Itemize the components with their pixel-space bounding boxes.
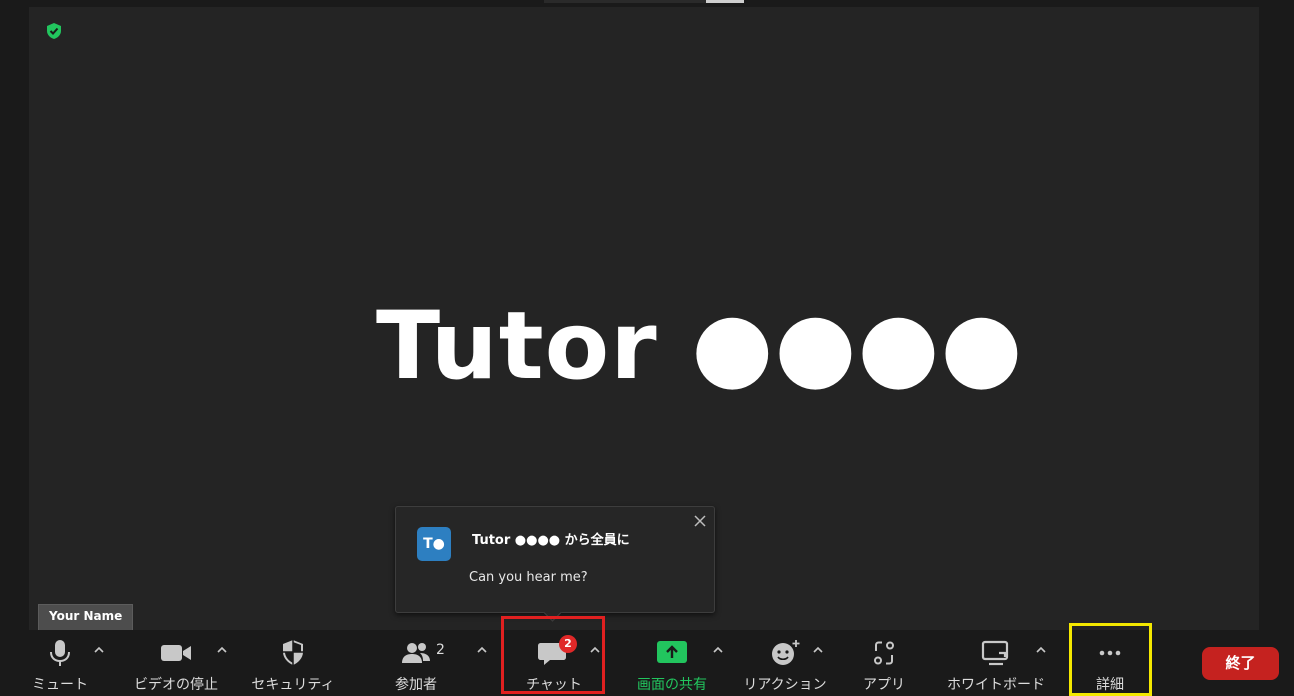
security-button[interactable]: セキュリティ: [248, 630, 338, 696]
end-meeting-button[interactable]: 終了: [1202, 647, 1279, 680]
mute-label: ミュート: [32, 677, 88, 693]
stop-video-label: ビデオの停止: [134, 677, 218, 693]
reactions-label: リアクション: [743, 677, 827, 693]
share-screen-button[interactable]: 画面の共有: [627, 630, 717, 696]
video-options-caret[interactable]: [217, 646, 227, 654]
reactions-options-caret[interactable]: [813, 646, 823, 654]
microphone-icon: [50, 640, 70, 666]
participants-label: 参加者: [395, 677, 437, 693]
chat-message-text: Can you hear me?: [469, 570, 588, 585]
active-speaker-name: Tutor ●●●●: [376, 292, 1024, 401]
whiteboard-options-caret[interactable]: [1036, 646, 1046, 654]
participants-count: 2: [436, 642, 445, 658]
more-highlight-box: [1069, 623, 1152, 696]
stop-video-button[interactable]: ビデオの停止: [130, 630, 222, 696]
chevron-up-icon: [217, 646, 227, 653]
participants-options-caret[interactable]: [477, 646, 487, 654]
share-screen-icon: [657, 641, 687, 663]
chevron-up-icon: [1036, 646, 1046, 653]
audio-options-caret[interactable]: [94, 646, 104, 654]
participants-icon: [402, 643, 430, 663]
security-label: セキュリティ: [251, 677, 335, 693]
close-icon[interactable]: [692, 513, 708, 529]
mute-button[interactable]: ミュート: [26, 630, 94, 696]
share-screen-label: 画面の共有: [637, 677, 707, 693]
whiteboard-button[interactable]: ホワイトボード: [946, 630, 1046, 696]
top-thumbnail-light: [706, 0, 744, 3]
apps-button[interactable]: アプリ: [850, 630, 918, 696]
security-shield-icon: [283, 640, 303, 665]
chevron-up-icon: [713, 646, 723, 653]
encryption-shield-icon[interactable]: [45, 22, 63, 40]
reaction-smiley-icon: [772, 640, 800, 665]
share-options-caret[interactable]: [713, 646, 723, 654]
video-camera-icon: [161, 645, 191, 661]
chevron-up-icon: [813, 646, 823, 653]
sender-avatar: T●: [417, 527, 451, 561]
chat-highlight-box: [501, 616, 605, 694]
whiteboard-icon: [981, 640, 1009, 666]
chevron-up-icon: [94, 646, 104, 653]
reactions-button[interactable]: リアクション: [740, 630, 830, 696]
participants-button[interactable]: 参加者: [376, 630, 456, 696]
self-name-tag: Your Name: [38, 604, 134, 631]
chevron-up-icon: [477, 646, 487, 653]
apps-label: アプリ: [863, 677, 905, 693]
whiteboard-label: ホワイトボード: [947, 677, 1045, 693]
chat-sender-line: Tutor ●●●● から全員に: [472, 533, 630, 548]
apps-icon: [874, 641, 894, 665]
chat-notification-popup[interactable]: T● Tutor ●●●● から全員に Can you hear me?: [395, 506, 715, 622]
